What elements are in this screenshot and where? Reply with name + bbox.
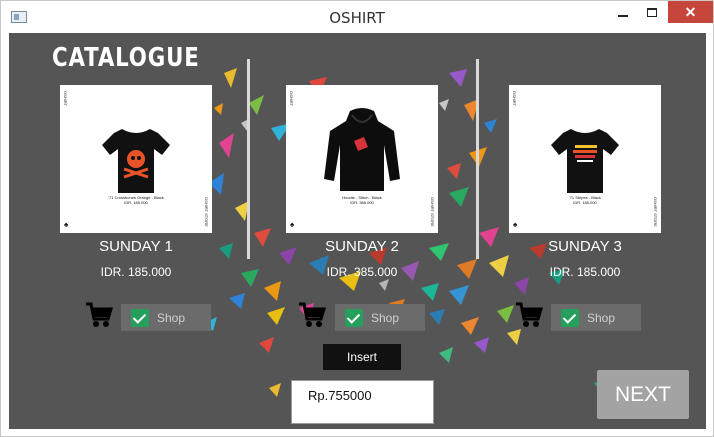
maximize-icon [647, 7, 657, 17]
shop-label: Shop [157, 310, 186, 325]
check-icon [131, 308, 149, 327]
product-price: IDR. 185.000 [100, 265, 172, 279]
title-bar[interactable]: OSHIRT ✕ [1, 1, 713, 33]
cart-icon[interactable] [85, 301, 113, 329]
tshirt-skull-icon [102, 129, 170, 193]
image-tag: OSHIRT [63, 91, 68, 107]
spade-icon: ♠ [290, 220, 295, 229]
product-name: SUNDAY 2 [325, 238, 399, 255]
window-title: OSHIRT [329, 9, 385, 27]
cart-icon[interactable] [298, 301, 326, 329]
image-caption: Hoodie - Stitch - Black IDR. 385.000 [342, 195, 382, 205]
shop-checkbox-1[interactable]: Shop [121, 304, 211, 331]
image-caption: '71 Stripes - Black IDR. 185.000 [568, 195, 602, 205]
product-name: SUNDAY 3 [548, 238, 622, 255]
minimize-button[interactable] [608, 1, 638, 23]
close-button[interactable]: ✕ [668, 1, 713, 23]
shop-label: Shop [371, 310, 400, 325]
product-image-3: OSHIRT OSHIRT STORE '71 Stripes - Black … [509, 85, 661, 233]
app-window: OSHIRT ✕ CATALOGUE OSHIRT OSHIRT STORE '… [0, 0, 714, 437]
check-icon [561, 308, 579, 327]
product-price: IDR. 385.000 [326, 265, 398, 279]
shop-checkbox-2[interactable]: Shop [335, 304, 425, 331]
image-caption: '71 Crossbones Orange - Black IDR. 185.0… [108, 195, 164, 205]
product-image-2: OSHIRT OSHIRT STORE Hoodie - Stitch - Bl… [286, 85, 438, 233]
product-price: IDR. 185.000 [549, 265, 621, 279]
total-field[interactable]: Rp.755000 [291, 380, 434, 424]
tshirt-stripes-icon [551, 129, 619, 193]
divider [476, 59, 479, 259]
divider [247, 59, 250, 259]
image-tag: OSHIRT [289, 91, 294, 107]
hoodie-icon [324, 108, 400, 191]
insert-button[interactable]: Insert [323, 344, 401, 370]
maximize-button[interactable] [637, 1, 667, 23]
spade-icon: ♠ [513, 220, 518, 229]
product-name: SUNDAY 1 [99, 238, 173, 255]
image-tag: OSHIRT [512, 91, 517, 107]
shop-label: Shop [587, 310, 616, 325]
check-icon [345, 308, 363, 327]
shop-checkbox-3[interactable]: Shop [551, 304, 641, 331]
catalogue-panel: CATALOGUE OSHIRT OSHIRT STORE '71 Crossb… [9, 33, 706, 429]
page-heading: CATALOGUE [52, 43, 200, 73]
spade-icon: ♠ [64, 220, 69, 229]
minimize-icon [618, 15, 628, 17]
product-image-1: OSHIRT OSHIRT STORE '71 Crossbones Orang… [60, 85, 212, 233]
next-button[interactable]: NEXT [597, 370, 689, 419]
cart-icon[interactable] [515, 301, 543, 329]
